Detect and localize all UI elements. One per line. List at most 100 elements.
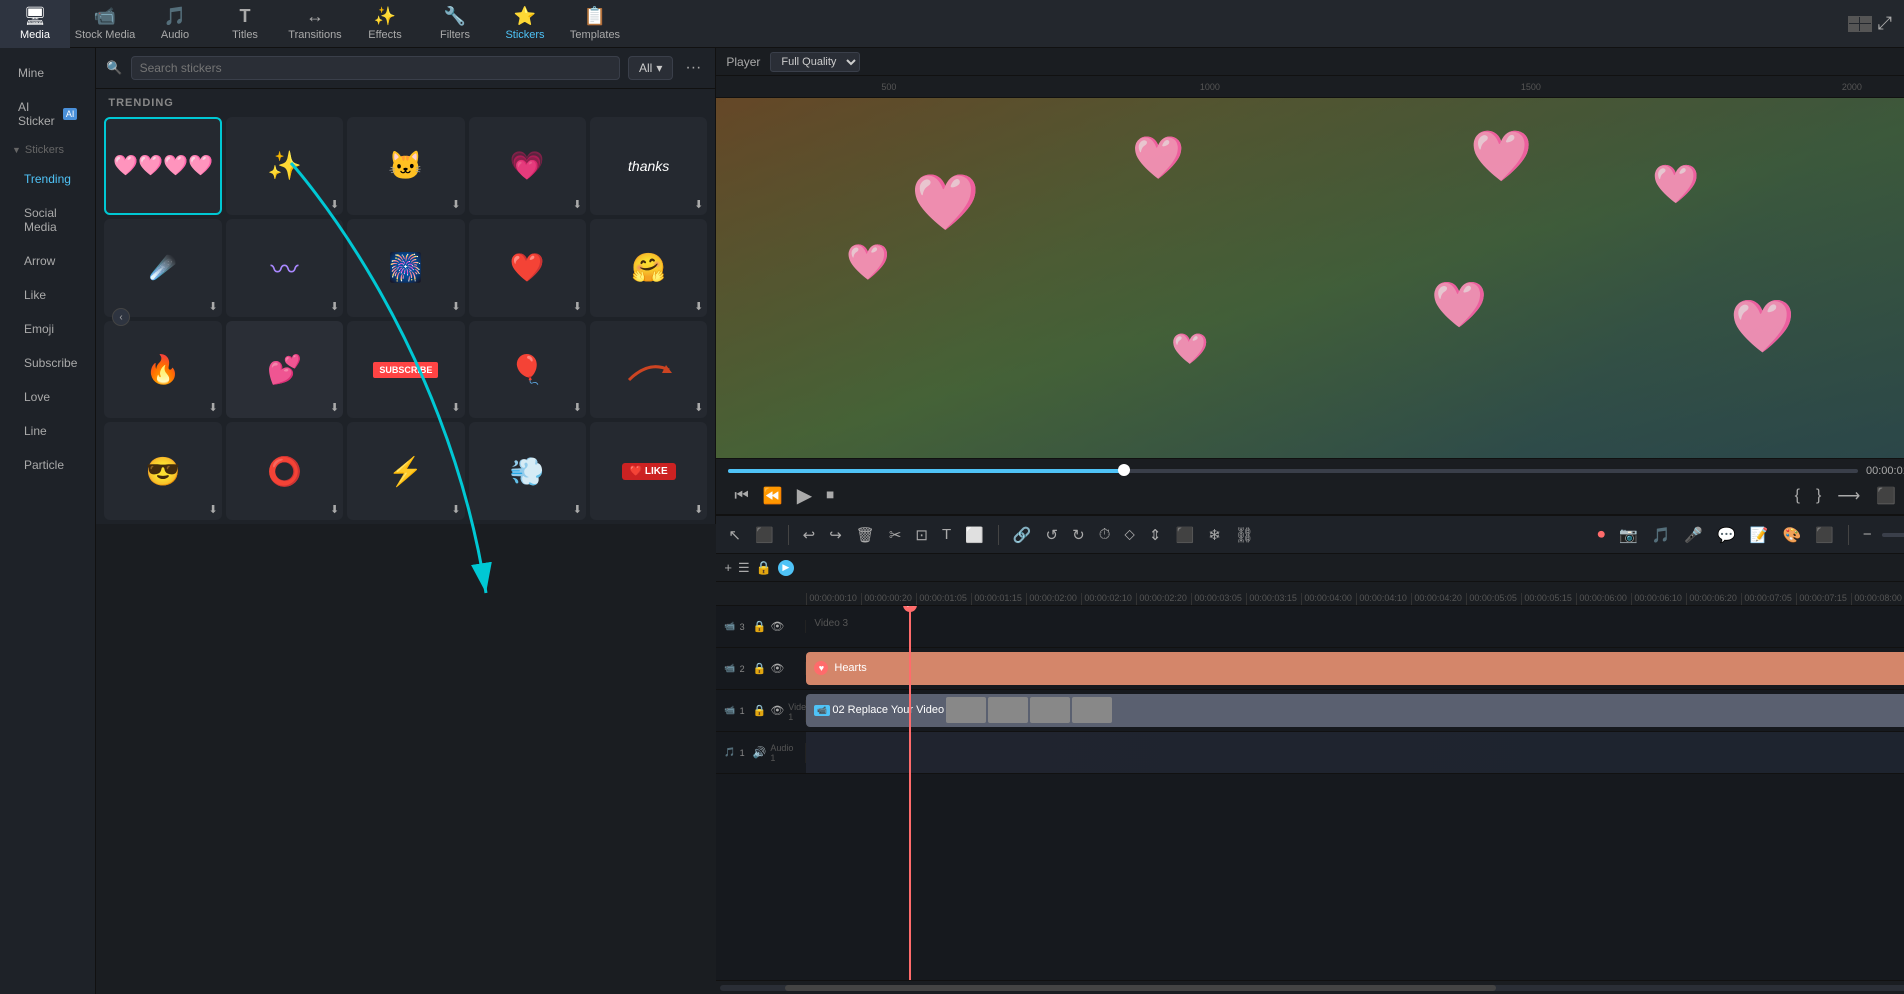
sticker-cat[interactable]: 🐱 ⬇ [347, 117, 464, 215]
cursor-tool[interactable]: ↖ [724, 524, 745, 546]
sidebar-item-like[interactable]: Like [6, 280, 89, 310]
subtitle-button[interactable]: 📝 [1746, 524, 1773, 546]
split-icon[interactable]: ⟶ [1831, 486, 1866, 506]
cut-button[interactable]: ✂ [885, 524, 906, 546]
mic-button[interactable]: 🎤 [1680, 524, 1707, 546]
sticker-star-trail[interactable]: ☄️ ⬇ [104, 219, 221, 317]
track-lock-icon[interactable]: 🔒 [756, 560, 772, 576]
playhead-indicator[interactable]: ▶ [778, 560, 794, 576]
sidebar-item-love[interactable]: Love [6, 382, 89, 412]
transform-button[interactable]: ⬦ [1120, 524, 1139, 545]
scrollbar-thumb[interactable] [785, 985, 1496, 991]
sticker-fire[interactable]: 🔥 ⬇ [104, 321, 221, 419]
sticker-red-heart[interactable]: ❤️ ⬇ [469, 219, 586, 317]
search-input[interactable] [131, 56, 620, 80]
tts-button[interactable]: 💬 [1713, 524, 1740, 546]
color-button[interactable]: 🎨 [1778, 524, 1805, 546]
sticker-thanks[interactable]: thanks ⬇ [590, 117, 707, 215]
sidebar-item-mine[interactable]: Mine [6, 58, 89, 88]
redo-button[interactable]: ↪ [825, 524, 846, 546]
crop-tool[interactable]: ⬜ [961, 524, 988, 546]
sidebar-item-social-media[interactable]: Social Media [6, 198, 89, 242]
sticker-heart-dots[interactable]: 💕 ⬇ [226, 321, 343, 419]
sticker-sparkle2[interactable]: ⚡ ⬇ [347, 422, 464, 520]
toolbar-audio[interactable]: 🎵 Audio [140, 0, 210, 48]
zoom-out-button[interactable]: − [1859, 524, 1876, 545]
record-button[interactable]: ⏺ [1594, 524, 1610, 545]
video1-clip[interactable]: 📹 02 Replace Your Video [806, 694, 1904, 727]
toolbar-media[interactable]: 🖥 Media [0, 0, 70, 48]
toolbar-stock-media[interactable]: 📹 Stock Media [70, 0, 140, 48]
adjust-button[interactable]: ⬛ [1811, 524, 1838, 546]
track-v2-lock[interactable]: 🔒 [753, 662, 767, 675]
sticker-sparkle[interactable]: ✨ ⬇ [226, 117, 343, 215]
sticker-arrow-light[interactable]: 〰 ⬇ [226, 219, 343, 317]
scrollbar-track[interactable] [720, 985, 1904, 991]
sidebar-item-subscribe[interactable]: Subscribe [6, 348, 89, 378]
toolbar-titles[interactable]: T Titles [210, 0, 280, 48]
sidebar-item-line[interactable]: Line [6, 416, 89, 446]
sticker-balloon[interactable]: 🎈 ⬇ [469, 321, 586, 419]
sticker-heart-ring[interactable]: 💗 ⬇ [469, 117, 586, 215]
sticker-circle[interactable]: ⭕ ⬇ [226, 422, 343, 520]
sticker-sunglasses[interactable]: 😎 ⬇ [104, 422, 221, 520]
layout-grid-icon[interactable] [1848, 16, 1872, 32]
add-track-icon[interactable]: + [724, 560, 732, 575]
sidebar-item-emoji[interactable]: Emoji [6, 314, 89, 344]
keyframe-right-icon[interactable]: } [1810, 487, 1827, 505]
text-tool[interactable]: T [938, 524, 955, 545]
toolbar-stickers[interactable]: ⭐ Stickers [490, 0, 560, 48]
progress-bar[interactable] [728, 469, 1858, 473]
quality-selector[interactable]: Full Quality [770, 52, 860, 72]
stop-button[interactable]: ⏹ [820, 487, 840, 505]
audio-track-button[interactable]: 🎵 [1648, 524, 1675, 546]
delete-button[interactable]: 🗑 [852, 524, 879, 546]
skip-back-button[interactable]: ⏮ [728, 487, 754, 505]
track-a1-mute[interactable]: 🔊 [753, 746, 767, 759]
toolbar-templates[interactable]: 📋 Templates [560, 0, 630, 48]
sticker-hearts[interactable]: 🩷🩷🩷🩷 [104, 117, 221, 215]
rotate-right-button[interactable]: ↻ [1068, 524, 1089, 546]
sidebar-item-trending[interactable]: Trending [6, 164, 89, 194]
rotate-left-button[interactable]: ↺ [1042, 524, 1063, 546]
zoom-slider[interactable] [1882, 533, 1904, 537]
more-options-button[interactable]: ··· [681, 59, 705, 77]
step-back-button[interactable]: ⏪ [757, 486, 789, 506]
track-v1-lock[interactable]: 🔒 [753, 704, 767, 717]
sticker-firework[interactable]: 🎆 ⬇ [347, 219, 464, 317]
sidebar-item-ai-sticker[interactable]: AI Sticker AI [6, 92, 89, 136]
track-v1-eye[interactable]: 👁 [770, 704, 784, 717]
freeze-button[interactable]: ❄ [1204, 524, 1225, 546]
sticker-red-arrow[interactable]: ⬇ [590, 321, 707, 419]
sticker-emoji-happy[interactable]: 🤗 ⬇ [590, 219, 707, 317]
sticker-like-btn[interactable]: ❤️ LIKE ⬇ [590, 422, 707, 520]
select-tool[interactable]: ⬛ [751, 524, 778, 546]
toolbar-filters[interactable]: 🔧 Filters [420, 0, 490, 48]
sticker-subscribe-btn[interactable]: SUBSCRIBE ⬇ [347, 321, 464, 419]
track-v2-eye[interactable]: 👁 [770, 662, 784, 675]
crop-icon[interactable]: ⬛ [1870, 486, 1902, 506]
trim-button[interactable]: ⊡ [911, 524, 932, 546]
hearts-clip[interactable]: ♥ Hearts [806, 652, 1904, 685]
undo-button[interactable]: ↩ [799, 524, 820, 546]
panel-collapse-button[interactable]: ‹ [112, 308, 130, 326]
speed-button[interactable]: ⏱ [1095, 524, 1115, 545]
filter-dropdown[interactable]: All ▾ [628, 56, 673, 80]
toolbar-transitions[interactable]: ↔ Transitions [280, 0, 350, 48]
sidebar-item-arrow[interactable]: Arrow [6, 246, 89, 276]
sidebar-item-particle[interactable]: Particle [6, 450, 89, 480]
toolbar-effects[interactable]: ✨ Effects [350, 0, 420, 48]
play-button[interactable]: ▶ [791, 483, 818, 508]
fullscreen-icon[interactable]: ⤢ [1878, 13, 1892, 34]
track-settings-icon[interactable]: ☰ [738, 560, 750, 576]
playhead[interactable]: ✂ [909, 606, 911, 980]
track-v3-eye[interactable]: 👁 [770, 620, 784, 633]
chain-button[interactable]: ⛓ [1231, 524, 1258, 546]
camera-button[interactable]: 📷 [1615, 524, 1642, 546]
multi-select[interactable]: ⬛ [1172, 524, 1199, 546]
sticker-smoke[interactable]: 💨 ⬇ [469, 422, 586, 520]
track-v3-lock[interactable]: 🔒 [753, 620, 767, 633]
link-tool[interactable]: 🔗 [1009, 524, 1036, 546]
keyframe-left-icon[interactable]: { [1789, 487, 1806, 505]
audio-split-button[interactable]: ⇕ [1145, 524, 1166, 546]
